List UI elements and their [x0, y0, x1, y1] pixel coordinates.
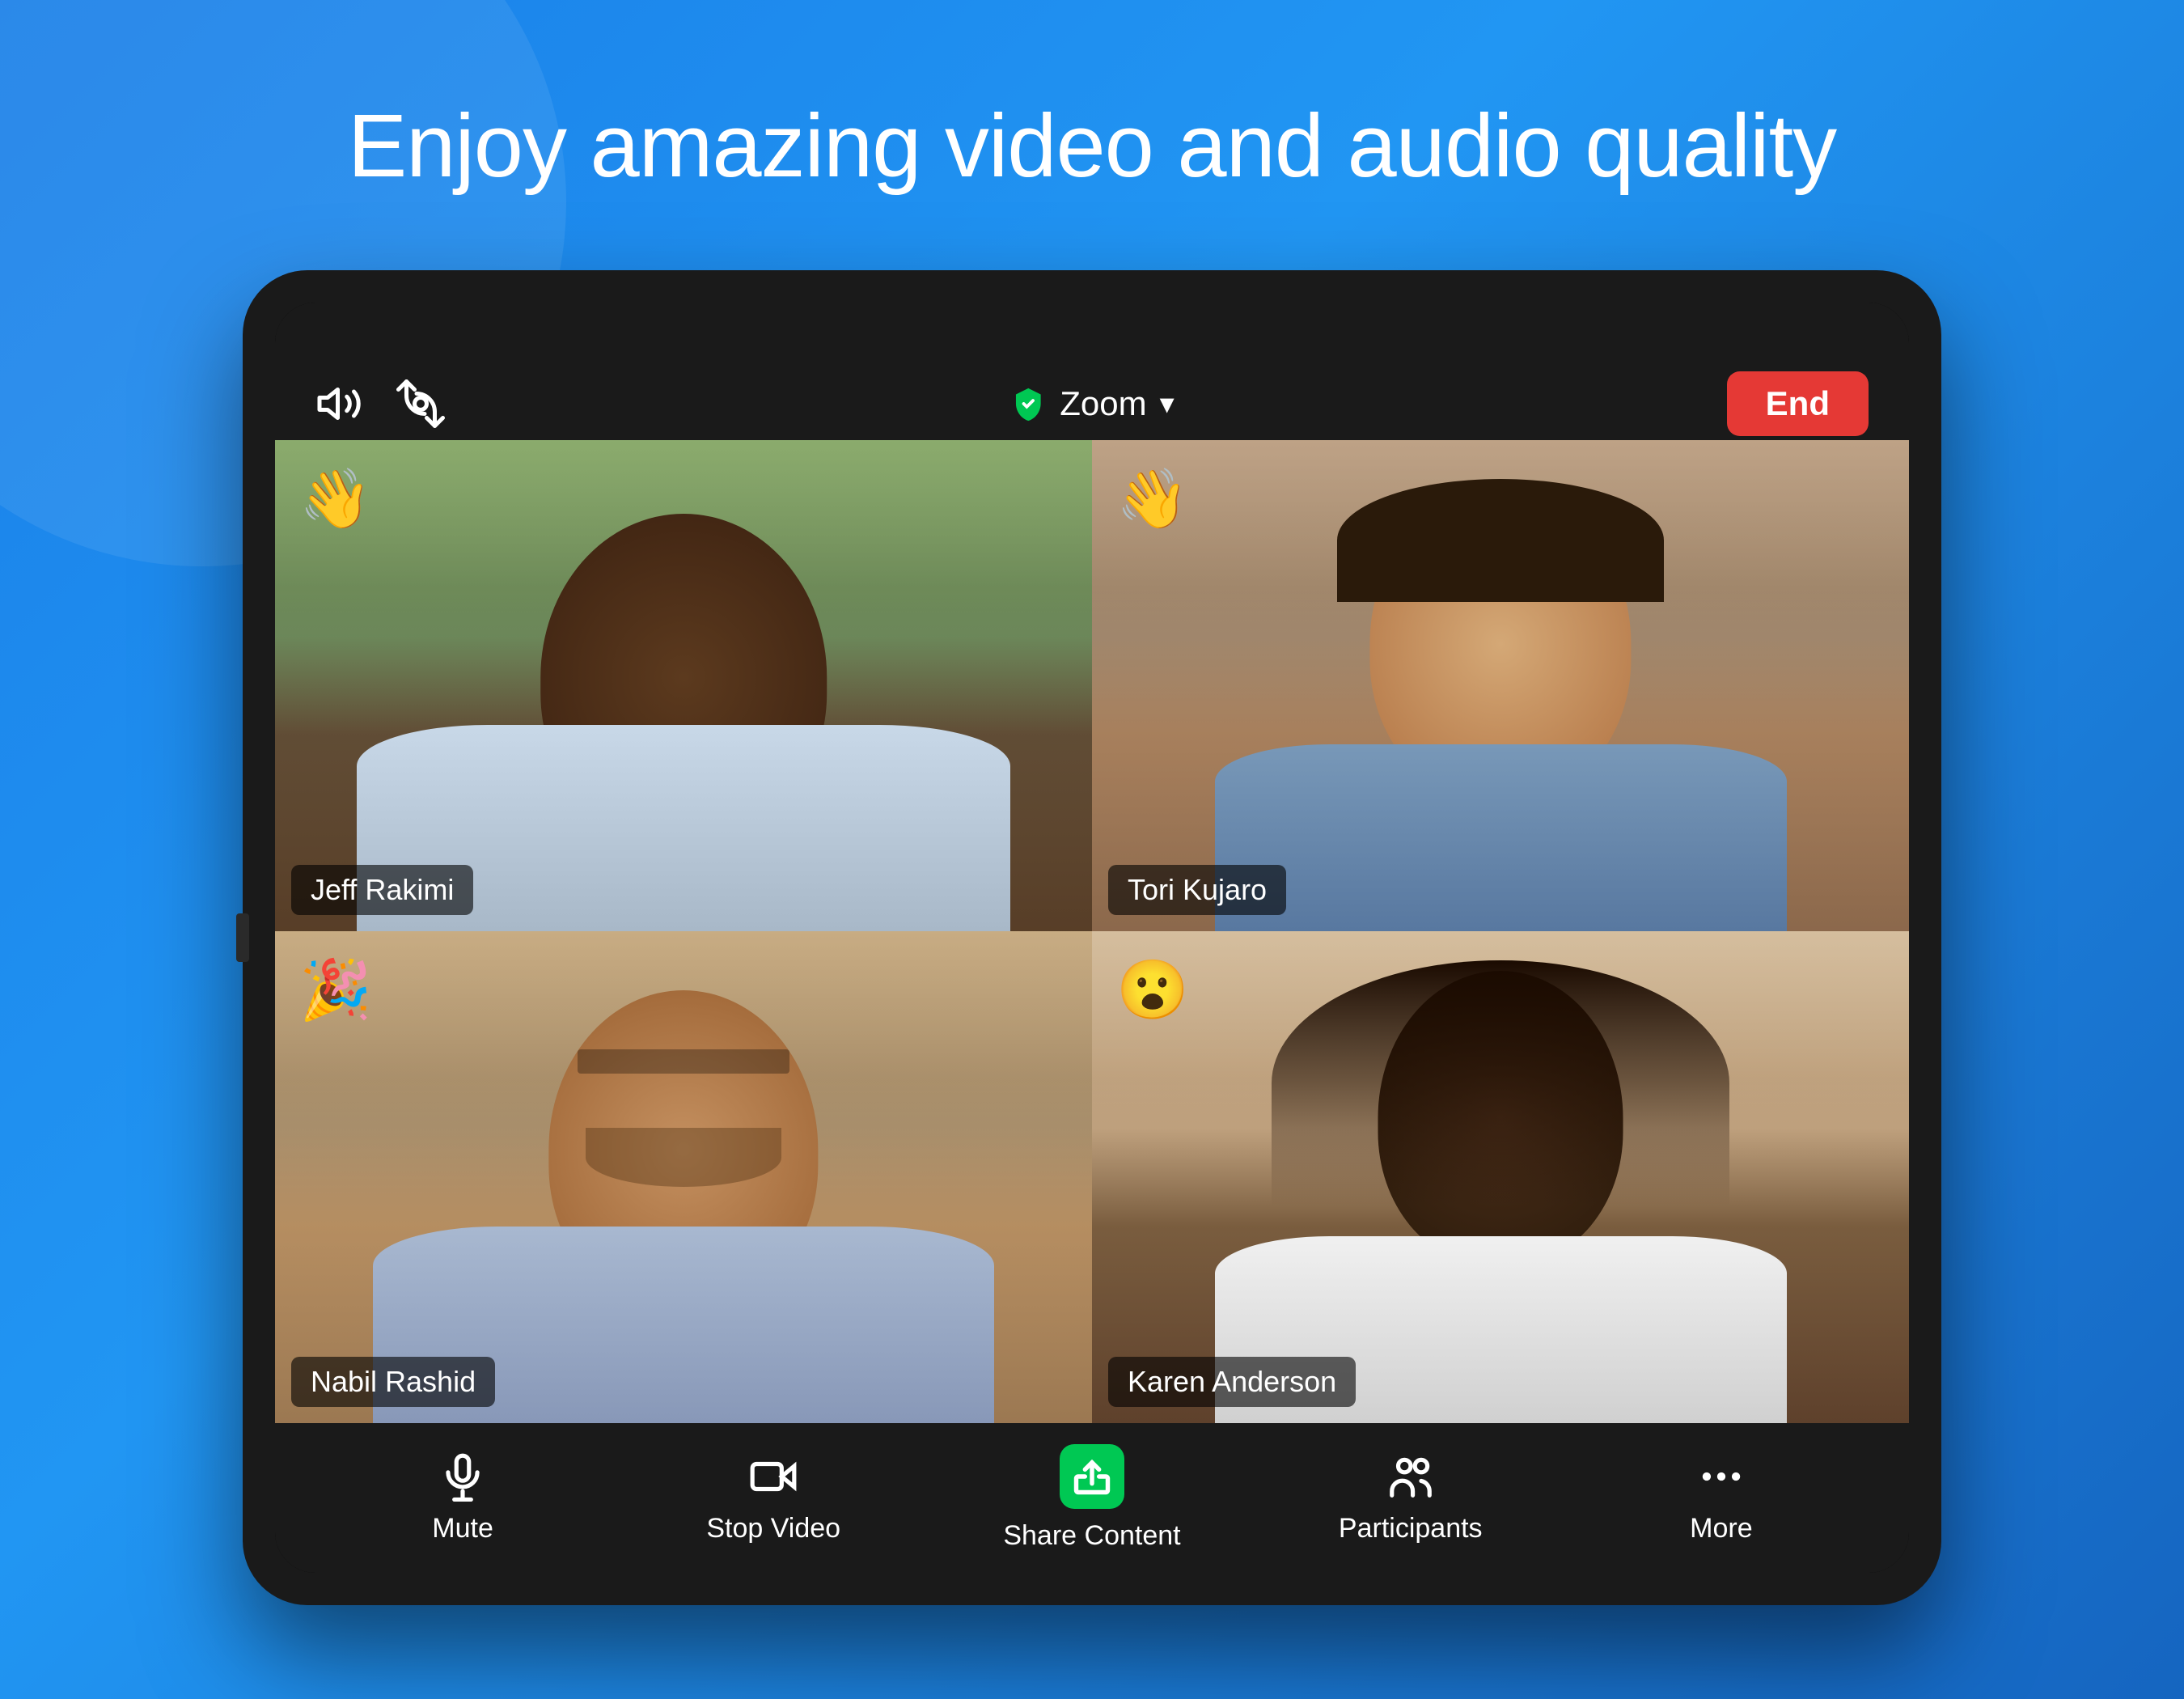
share-content-button[interactable]: Share Content — [1003, 1444, 1180, 1552]
participant-emoji-nabil: 🎉 — [299, 955, 372, 1024]
tablet-frame: 10:00 — [243, 270, 1941, 1605]
share-up-icon — [1071, 1455, 1113, 1498]
tablet-screen: 10:00 — [275, 303, 1909, 1573]
participant-name-karen: Karen Anderson — [1108, 1357, 1356, 1407]
participant-emoji-karen: 😮 — [1116, 955, 1189, 1024]
stop-video-button[interactable]: Stop Video — [692, 1451, 854, 1544]
mute-button[interactable]: Mute — [382, 1451, 544, 1544]
video-camera-icon — [748, 1451, 798, 1502]
participant-cell-nabil: 🎉 Nabil Rashid — [275, 931, 1092, 1423]
page-title: Enjoy amazing video and audio quality — [348, 95, 1836, 197]
participant-name-tori: Tori Kujaro — [1108, 865, 1286, 915]
video-grid: 👋 Jeff Rakimi 👋 Tori Kujaro — [275, 440, 1909, 1423]
share-icon-bg — [1060, 1444, 1124, 1509]
status-bar: 10:00 — [275, 303, 1909, 367]
participant-cell-karen: 😮 Karen Anderson — [1092, 931, 1909, 1423]
participant-emoji-jeff: 👋 — [299, 464, 372, 533]
zoom-label-group[interactable]: Zoom ▾ — [1009, 384, 1174, 423]
stop-video-label: Stop Video — [706, 1513, 840, 1544]
people-icon — [1386, 1451, 1436, 1502]
speaker-icon[interactable] — [315, 379, 364, 428]
top-bar: Zoom ▾ End — [275, 367, 1909, 440]
microphone-icon — [438, 1451, 488, 1502]
zoom-chevron-icon: ▾ — [1160, 387, 1175, 421]
participant-name-jeff: Jeff Rakimi — [291, 865, 473, 915]
participant-cell-tori: 👋 Tori Kujaro — [1092, 440, 1909, 932]
camera-flip-icon[interactable] — [396, 379, 445, 428]
mute-label: Mute — [432, 1513, 493, 1544]
zoom-text: Zoom — [1060, 384, 1146, 423]
participant-cell-jeff: 👋 Jeff Rakimi — [275, 440, 1092, 932]
share-content-label: Share Content — [1003, 1520, 1180, 1552]
zoom-shield-icon — [1009, 385, 1047, 422]
end-button[interactable]: End — [1727, 371, 1869, 436]
participants-label: Participants — [1339, 1513, 1483, 1544]
participants-button[interactable]: Participants — [1330, 1451, 1492, 1544]
participant-emoji-tori: 👋 — [1116, 464, 1189, 533]
participant-name-nabil: Nabil Rashid — [291, 1357, 495, 1407]
